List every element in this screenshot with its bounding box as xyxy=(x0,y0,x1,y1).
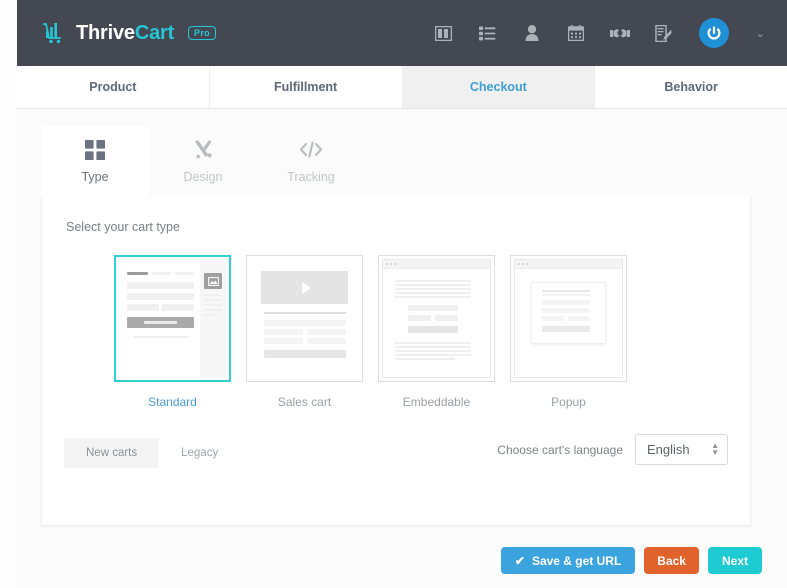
chevron-down-icon[interactable]: ⌄ xyxy=(756,27,765,40)
logo-wordmark: ThriveCart xyxy=(76,22,174,45)
layout-columns-icon[interactable] xyxy=(433,22,455,44)
panel-title: Select your cart type xyxy=(66,220,180,234)
subtab-design-label: Design xyxy=(183,169,223,184)
next-button[interactable]: Next xyxy=(707,547,762,574)
cart-type-sales-cart[interactable]: Sales cart xyxy=(246,255,363,409)
cart-type-embeddable[interactable]: Embeddable xyxy=(378,255,495,409)
cart-type-panel: Select your cart type Standard Sales car… xyxy=(41,196,751,526)
standard-thumbnail xyxy=(114,255,231,382)
back-button[interactable]: Back xyxy=(644,547,699,574)
subtab-type[interactable]: Type xyxy=(41,126,149,196)
segment-new-carts[interactable]: New carts xyxy=(64,438,160,468)
grid-icon xyxy=(85,139,105,161)
thrivecart-logo[interactable]: ThriveCart Pro xyxy=(42,21,216,45)
logo-cart-text: Cart xyxy=(134,21,175,44)
save-and-get-url-button[interactable]: ✔ Save & get URL xyxy=(500,547,636,574)
left-edge-strip xyxy=(0,0,17,588)
tab-product[interactable]: Product xyxy=(17,66,210,108)
page-body: Type Design Tracking Select your cart ty… xyxy=(17,109,787,588)
cart-type-cards: Standard Sales cart Embeddable Popup xyxy=(114,255,627,409)
language-label: Choose cart's language xyxy=(497,442,623,457)
save-button-label: Save & get URL xyxy=(531,553,622,568)
cart-chart-logo-icon xyxy=(42,21,68,45)
browser-frame xyxy=(382,259,491,378)
power-avatar-icon[interactable] xyxy=(698,18,729,48)
embeddable-thumbnail xyxy=(378,255,495,382)
popup-thumbnail xyxy=(510,255,627,382)
cart-type-standard-label: Standard xyxy=(148,395,197,409)
code-icon xyxy=(299,139,323,161)
tab-fulfillment[interactable]: Fulfillment xyxy=(209,66,403,108)
brush-icon xyxy=(193,139,214,161)
thrivecart-app: ThriveCart Pro ⌄ Product Fulfillment Che… xyxy=(0,0,787,588)
popup-modal xyxy=(531,282,606,344)
language-select[interactable]: English ▲ ▼ xyxy=(635,434,728,465)
tab-checkout[interactable]: Checkout xyxy=(402,66,596,108)
calendar-icon[interactable] xyxy=(565,22,587,44)
video-placeholder-icon xyxy=(261,271,348,304)
spinner-arrows-icon: ▲ ▼ xyxy=(711,440,719,457)
person-icon[interactable] xyxy=(521,22,543,44)
cart-type-standard[interactable]: Standard xyxy=(114,255,231,409)
language-select-value: English xyxy=(647,442,690,457)
subtab-type-label: Type xyxy=(81,169,109,184)
tab-behavior[interactable]: Behavior xyxy=(595,66,787,108)
browser-title-bar-popup xyxy=(515,260,622,269)
subtab-tracking[interactable]: Tracking xyxy=(257,126,365,196)
browser-frame-popup xyxy=(514,259,623,378)
document-edit-icon[interactable] xyxy=(653,22,675,44)
cart-type-popup-label: Popup xyxy=(551,395,586,409)
browser-title-bar xyxy=(383,260,490,269)
sub-tabs: Type Design Tracking xyxy=(41,126,365,196)
cart-type-embeddable-label: Embeddable xyxy=(402,395,471,409)
logo-thrive-text: Thrive xyxy=(76,21,135,44)
subtab-tracking-label: Tracking xyxy=(287,169,335,184)
pro-badge: Pro xyxy=(188,26,216,40)
cart-version-toggle: New carts Legacy xyxy=(64,438,240,468)
thumb-image-placeholder-icon xyxy=(204,273,222,289)
handshake-icon[interactable] xyxy=(609,22,631,44)
language-row: Choose cart's language English ▲ ▼ xyxy=(497,434,728,465)
segment-legacy[interactable]: Legacy xyxy=(159,438,240,468)
list-icon[interactable] xyxy=(477,22,499,44)
header-nav: ⌄ xyxy=(433,18,765,48)
app-header: ThriveCart Pro ⌄ xyxy=(17,0,787,66)
check-icon: ✔ xyxy=(514,553,525,568)
footer-actions: ✔ Save & get URL Back Next xyxy=(500,547,762,574)
main-tabs: Product Fulfillment Checkout Behavior xyxy=(17,66,787,109)
cart-type-sales-cart-label: Sales cart xyxy=(277,395,332,409)
cart-type-popup[interactable]: Popup xyxy=(510,255,627,409)
sales-cart-thumbnail xyxy=(246,255,363,382)
subtab-design[interactable]: Design xyxy=(149,126,257,196)
